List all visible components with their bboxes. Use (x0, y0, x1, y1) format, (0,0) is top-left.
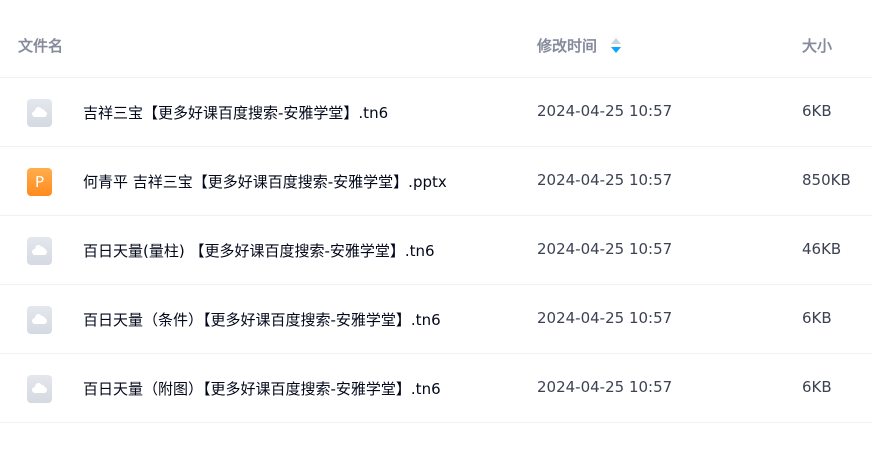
table-row[interactable]: 百日天量(量柱) 【更多好课百度搜索-安雅学堂】.tn6 2024-04-25 … (0, 216, 872, 285)
sort-down-arrow (611, 47, 622, 53)
sort-up-arrow (611, 38, 622, 44)
column-header-modified[interactable]: 修改时间 (537, 35, 622, 56)
ppt-icon-glyph: P (34, 173, 45, 191)
cloud-file-icon (27, 375, 52, 403)
table-row[interactable]: P 何青平 吉祥三宝【更多好课百度搜索-安雅学堂】.pptx 2024-04-2… (0, 147, 872, 216)
cloud-file-icon (27, 306, 52, 334)
file-name-link[interactable]: 百日天量（附图）【更多好课百度搜索-安雅学堂】.tn6 (83, 378, 441, 399)
ppt-file-icon: P (27, 168, 52, 196)
file-list-table: 文件名 修改时间 大小 吉祥三宝【更多好课百度搜索-安雅学堂】.tn6 2024… (0, 0, 872, 459)
file-modified-time: 2024-04-25 10:57 (537, 171, 673, 189)
file-size: 6KB (802, 309, 832, 327)
file-modified-time: 2024-04-25 10:57 (537, 378, 673, 396)
cloud-file-icon (27, 99, 52, 127)
table-row[interactable]: 吉祥三宝【更多好课百度搜索-安雅学堂】.tn6 2024-04-25 10:57… (0, 78, 872, 147)
file-size: 6KB (802, 378, 832, 396)
file-modified-time: 2024-04-25 10:57 (537, 102, 673, 120)
file-modified-time: 2024-04-25 10:57 (537, 240, 673, 258)
table-row[interactable]: 百日天量（附图）【更多好课百度搜索-安雅学堂】.tn6 2024-04-25 1… (0, 354, 872, 423)
sort-descending-icon[interactable] (611, 38, 622, 54)
table-row[interactable]: 百日天量（条件）【更多好课百度搜索-安雅学堂】.tn6 2024-04-25 1… (0, 285, 872, 354)
column-header-modified-label: 修改时间 (537, 37, 598, 55)
column-header-size[interactable]: 大小 (802, 35, 832, 56)
column-header-name[interactable]: 文件名 (18, 35, 63, 56)
file-name-link[interactable]: 何青平 吉祥三宝【更多好课百度搜索-安雅学堂】.pptx (83, 171, 447, 192)
file-modified-time: 2024-04-25 10:57 (537, 309, 673, 327)
file-name-link[interactable]: 吉祥三宝【更多好课百度搜索-安雅学堂】.tn6 (83, 102, 388, 123)
file-size: 850KB (802, 171, 851, 189)
cloud-file-icon (27, 237, 52, 265)
table-header: 文件名 修改时间 大小 (0, 0, 872, 78)
file-size: 6KB (802, 102, 832, 120)
file-name-link[interactable]: 百日天量(量柱) 【更多好课百度搜索-安雅学堂】.tn6 (83, 240, 435, 261)
file-size: 46KB (802, 240, 842, 258)
file-name-link[interactable]: 百日天量（条件）【更多好课百度搜索-安雅学堂】.tn6 (83, 309, 441, 330)
